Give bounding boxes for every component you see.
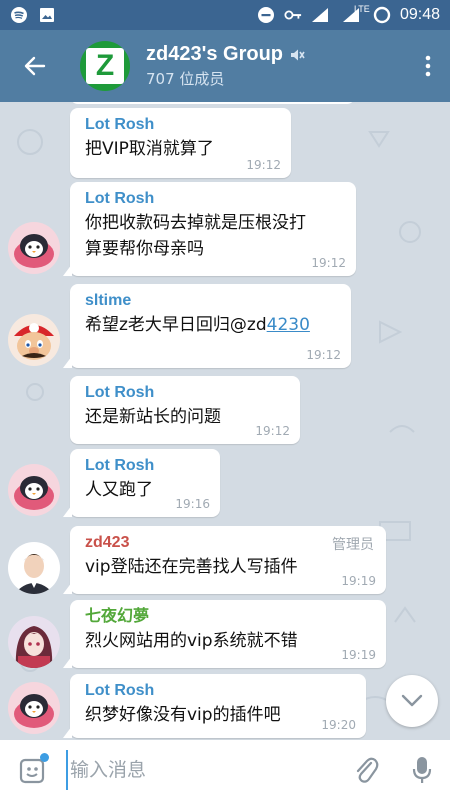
signal-icon: LTE — [338, 4, 370, 24]
message-text: 希望z老大早日回归@zd4230 — [85, 312, 341, 338]
man-avatar-icon — [8, 542, 60, 594]
message-time: 19:12 — [306, 348, 341, 362]
message-input[interactable] — [66, 750, 338, 790]
member-count: 707 位成员 — [146, 70, 225, 88]
avatar[interactable] — [8, 682, 60, 734]
penguin-avatar-icon — [8, 222, 60, 274]
admin-badge: 管理员 — [332, 537, 374, 553]
attach-button[interactable] — [338, 740, 394, 800]
message-time: 19:19 — [341, 648, 376, 662]
more-vertical-icon — [425, 55, 431, 77]
message-time: 19:20 — [321, 718, 356, 732]
arrow-left-icon — [24, 56, 46, 76]
anime-girl-avatar-icon — [8, 616, 60, 668]
chat-header: Z zd423's Group 707 位成员 — [0, 30, 450, 102]
message-time: 19:16 — [175, 497, 210, 511]
network-type: LTE — [353, 4, 370, 14]
battery-icon — [373, 6, 391, 24]
message-sender[interactable]: 七夜幻夢 — [85, 606, 376, 628]
avatar[interactable] — [8, 464, 60, 516]
key-icon — [284, 6, 302, 24]
paperclip-icon — [356, 757, 379, 783]
message-text-line: 你把收款码去掉就是压根没打 — [85, 213, 306, 233]
message-composer — [0, 740, 450, 800]
wifi-icon — [311, 6, 329, 24]
message-time: 19:19 — [341, 574, 376, 588]
message-sender[interactable]: Lot Rosh — [85, 188, 346, 210]
message-text-line: 算要帮你母亲吗 — [85, 239, 204, 259]
message-text: 织梦好像没有vip的插件吧 — [85, 705, 281, 725]
avatar[interactable] — [8, 222, 60, 274]
microphone-icon — [412, 757, 432, 783]
message-text: 烈火网站用的vip系统就不错 — [85, 631, 298, 651]
status-bar: LTE 09:48 — [0, 0, 450, 30]
message-sender[interactable]: sltime — [85, 290, 341, 312]
avatar[interactable] — [8, 616, 60, 668]
previous-message-fragment — [70, 102, 355, 104]
chevron-down-icon — [401, 694, 423, 707]
avatar[interactable] — [8, 542, 60, 594]
message-time: 19:12 — [255, 424, 290, 438]
mention-link[interactable]: 4230 — [267, 315, 310, 335]
message-sender[interactable]: Lot Rosh — [85, 680, 356, 702]
group-name: zd423's Group — [146, 43, 284, 65]
message-sender[interactable]: Lot Rosh — [85, 114, 281, 136]
group-avatar-letter: Z — [86, 48, 124, 84]
message-sender[interactable]: Lot Rosh — [85, 455, 210, 477]
back-button[interactable] — [0, 30, 70, 102]
sticker-button[interactable] — [0, 740, 66, 800]
notification-dot — [40, 753, 49, 762]
penguin-avatar-icon — [8, 682, 60, 734]
penguin-avatar-icon — [8, 464, 60, 516]
message-text: vip登陆还在完善找人写插件 — [85, 557, 298, 577]
scroll-to-bottom-button[interactable] — [386, 675, 438, 727]
mario-avatar-icon — [8, 314, 60, 366]
spotify-icon — [10, 6, 28, 24]
message-time: 19:12 — [311, 256, 346, 270]
more-menu-button[interactable] — [406, 30, 450, 102]
voice-record-button[interactable] — [394, 740, 450, 800]
chat-title-block[interactable]: zd423's Group 707 位成员 — [146, 43, 305, 89]
group-avatar[interactable]: Z — [80, 41, 130, 91]
avatar[interactable] — [8, 314, 60, 366]
message-list[interactable]: Lot Rosh 把VIP取消就算了 19:12 Lot Rosh 你把收款码去… — [0, 102, 450, 740]
message-text-body: 希望z老大早日回归@zd — [85, 315, 267, 335]
message-sender[interactable]: Lot Rosh — [85, 382, 290, 404]
minus-circle-icon — [257, 6, 275, 24]
message-time: 19:12 — [246, 158, 281, 172]
image-icon — [38, 6, 56, 24]
clock: 09:48 — [399, 6, 440, 23]
mute-icon — [291, 49, 305, 60]
